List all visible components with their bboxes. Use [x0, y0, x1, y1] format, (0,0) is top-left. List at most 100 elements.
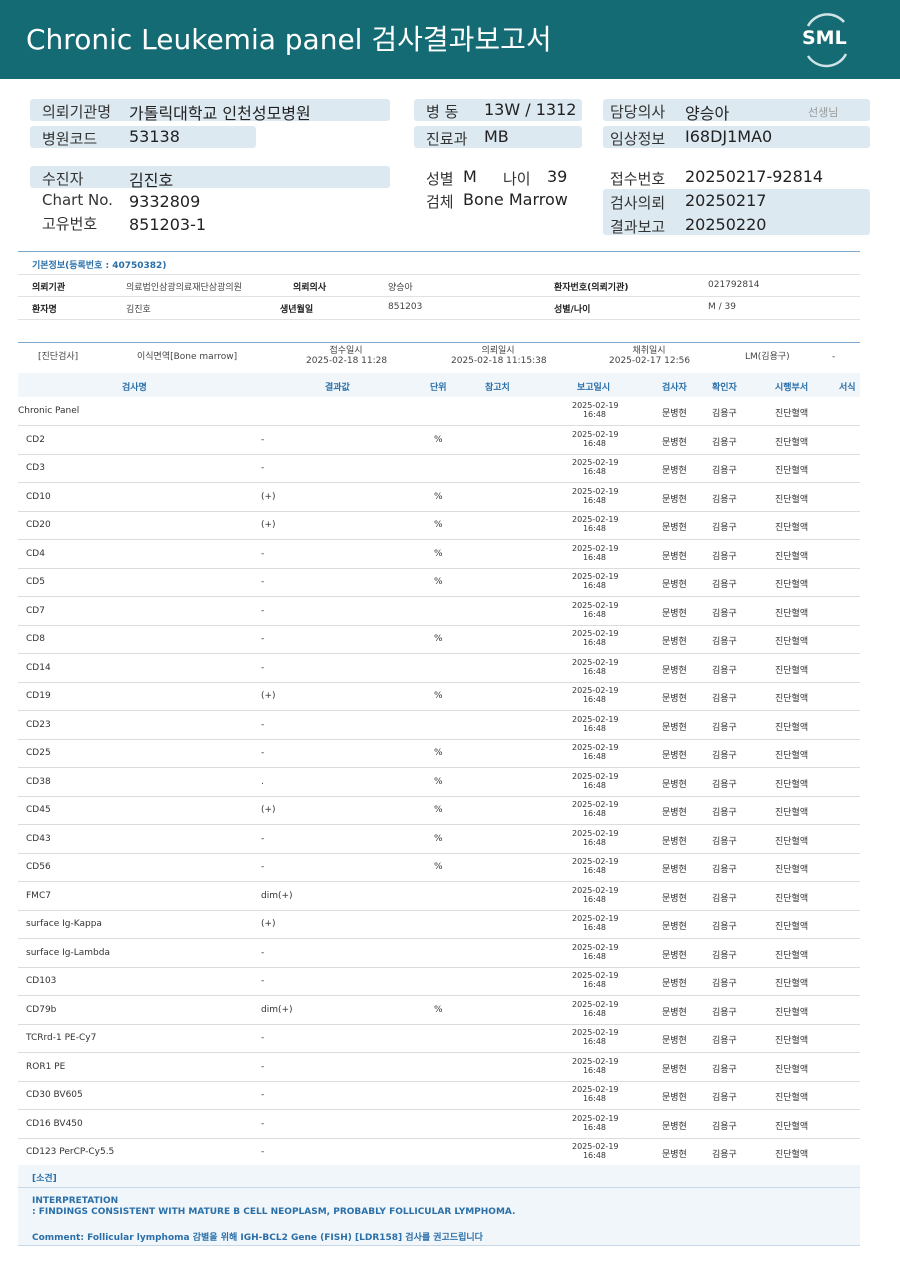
dept-value: MB: [484, 127, 509, 146]
cell-report-datetime: 2025-02-19 16:48: [572, 715, 619, 733]
cell-test-name: CD4: [26, 548, 45, 559]
cell-confirmer: 김용구: [712, 551, 737, 562]
cell-dept: 진단혈액: [775, 1121, 809, 1132]
cell-report-time: 16:48: [582, 581, 607, 590]
cell-report-time: 16:48: [582, 1008, 607, 1018]
cell-confirmer: 김용구: [712, 836, 737, 847]
cell-report-date: 2025-02-19: [572, 686, 619, 695]
cell-unit: %: [434, 520, 443, 530]
cell-report-datetime: 2025-02-19 16:48: [572, 686, 619, 704]
cell-confirmer: 김용구: [712, 437, 737, 448]
chart-label: Chart No.: [42, 191, 113, 209]
cell-report-date: 2025-02-19: [572, 458, 619, 467]
cell-test-name: CD20: [26, 520, 51, 530]
bi-sexage-label: 성별/나이: [554, 305, 591, 315]
patient-value: 김진호: [129, 171, 174, 190]
cell-report-datetime: 2025-02-19 16:48: [572, 543, 619, 562]
bi-ptno-label: 환자번호(의뢰기관): [554, 283, 629, 293]
cell-confirmer: 김용구: [712, 1093, 737, 1103]
cell-result: -: [261, 862, 265, 872]
findings-rule: [18, 1187, 860, 1188]
cell-report-datetime: 2025-02-19 16:48: [572, 572, 619, 590]
table-row: CD19 (+)% 2025-02-19 16:48 문병현 김용구 진단혈액: [18, 682, 860, 711]
cell-report-datetime: 2025-02-19 16:48: [572, 1028, 619, 1046]
cell-report-datetime: 2025-02-19 16:48: [572, 1085, 619, 1103]
cell-test-name: CD30 BV605: [26, 1090, 83, 1100]
cell-test-name: CD5: [26, 577, 45, 587]
cell-dept: 진단혈액: [775, 409, 809, 419]
cell-report-date: 2025-02-19: [572, 885, 619, 895]
cell-report-datetime: 2025-02-19 16:48: [572, 458, 619, 476]
cell-dept: 진단혈액: [775, 580, 809, 590]
cell-unit: %: [434, 748, 443, 758]
cell-test-name: surface Ig-Kappa: [26, 919, 102, 929]
cell-test-name: CD103: [26, 976, 57, 986]
cell-result: -: [261, 719, 265, 730]
bi-dob-value: 851203: [388, 302, 423, 312]
clinical-value: I68DJ1MA0: [685, 127, 773, 146]
cell-report-time: 16:48: [582, 723, 607, 733]
cell-unit: %: [434, 1004, 443, 1015]
th-result: 결과값: [325, 383, 350, 393]
cell-confirmer: 김용구: [712, 751, 737, 761]
specimen-label: 검체: [426, 193, 454, 211]
cell-report-date: 2025-02-19: [572, 771, 619, 781]
cell-result: (+): [261, 520, 276, 530]
cell-report-time: 16:48: [582, 524, 607, 533]
cell-tester: 문병현: [662, 637, 687, 647]
patient-label: 수진자: [42, 170, 84, 188]
cell-report-date: 2025-02-19: [572, 572, 619, 581]
cell-tester: 문병현: [662, 466, 687, 476]
cell-test-name: CD43: [26, 833, 51, 844]
cell-unit: %: [434, 862, 443, 872]
basic-info-rule-2: [18, 296, 860, 297]
bi-sexage-value: M / 39: [708, 302, 736, 312]
bi-dob-label: 생년월일: [280, 305, 314, 315]
cell-report-datetime: 2025-02-19 16:48: [572, 743, 619, 761]
cell-confirmer: 김용구: [712, 808, 737, 818]
cell-dept: 진단혈액: [775, 466, 809, 476]
cell-report-date: 2025-02-19: [572, 429, 619, 439]
th-reference: 참고치: [485, 383, 510, 393]
sml-logo: SML: [796, 12, 856, 68]
cell-report-time: 16:48: [582, 609, 607, 619]
cell-dept: 진단혈액: [775, 551, 809, 562]
cell-report-date: 2025-02-19: [572, 914, 619, 923]
cell-report-time: 16:48: [582, 1151, 607, 1160]
cell-result: .: [261, 776, 264, 787]
cell-report-time: 16:48: [582, 467, 607, 476]
th-dept: 시행부서: [775, 383, 809, 393]
cell-tester: 문병현: [662, 580, 687, 590]
cell-test-name: CD123 PerCP-Cy5.5: [26, 1147, 115, 1157]
cell-tester: 문병현: [662, 751, 687, 761]
cell-unit: %: [434, 577, 443, 587]
cell-tester: 문병현: [662, 608, 687, 619]
cell-report-time: 16:48: [582, 410, 607, 419]
bi-doctor-value: 양승아: [388, 283, 413, 293]
dept-label: 진료과: [426, 130, 468, 148]
cell-report-date: 2025-02-19: [572, 543, 619, 553]
cell-result: -: [261, 947, 265, 958]
cell-tester: 문병현: [662, 1007, 687, 1018]
cell-dept: 진단혈액: [775, 694, 809, 704]
cell-tester: 문병현: [662, 722, 687, 733]
report-date-value: 20250220: [685, 215, 767, 234]
table-row: CD79b dim(+)% 2025-02-19 16:48 문병현 김용구 진단혈액: [18, 996, 860, 1025]
cell-report-time: 16:48: [582, 866, 607, 875]
cell-confirmer: 김용구: [712, 580, 737, 590]
cell-test-name: FMC7: [26, 890, 51, 901]
cell-result: -: [261, 634, 265, 644]
dx-col-value: 2025-02-17 12:56: [609, 356, 691, 366]
th-test-name: 검사명: [122, 383, 147, 393]
hosp-code-label: 병원코드: [42, 130, 98, 148]
cell-report-time: 16:48: [582, 809, 607, 818]
cell-result: -: [261, 577, 265, 587]
table-row: CD20 (+)% 2025-02-19 16:48 문병현 김용구 진단혈액: [18, 511, 860, 540]
cell-confirmer: 김용구: [712, 1036, 737, 1046]
comment-text: Comment: Follicular lymphoma 감별을 위해 IGH-…: [32, 1233, 483, 1243]
cell-confirmer: 김용구: [712, 865, 737, 875]
dx-dash: -: [832, 352, 836, 362]
cell-report-time: 16:48: [582, 552, 607, 562]
cell-confirmer: 김용구: [712, 722, 737, 733]
cell-unit: %: [434, 833, 443, 844]
